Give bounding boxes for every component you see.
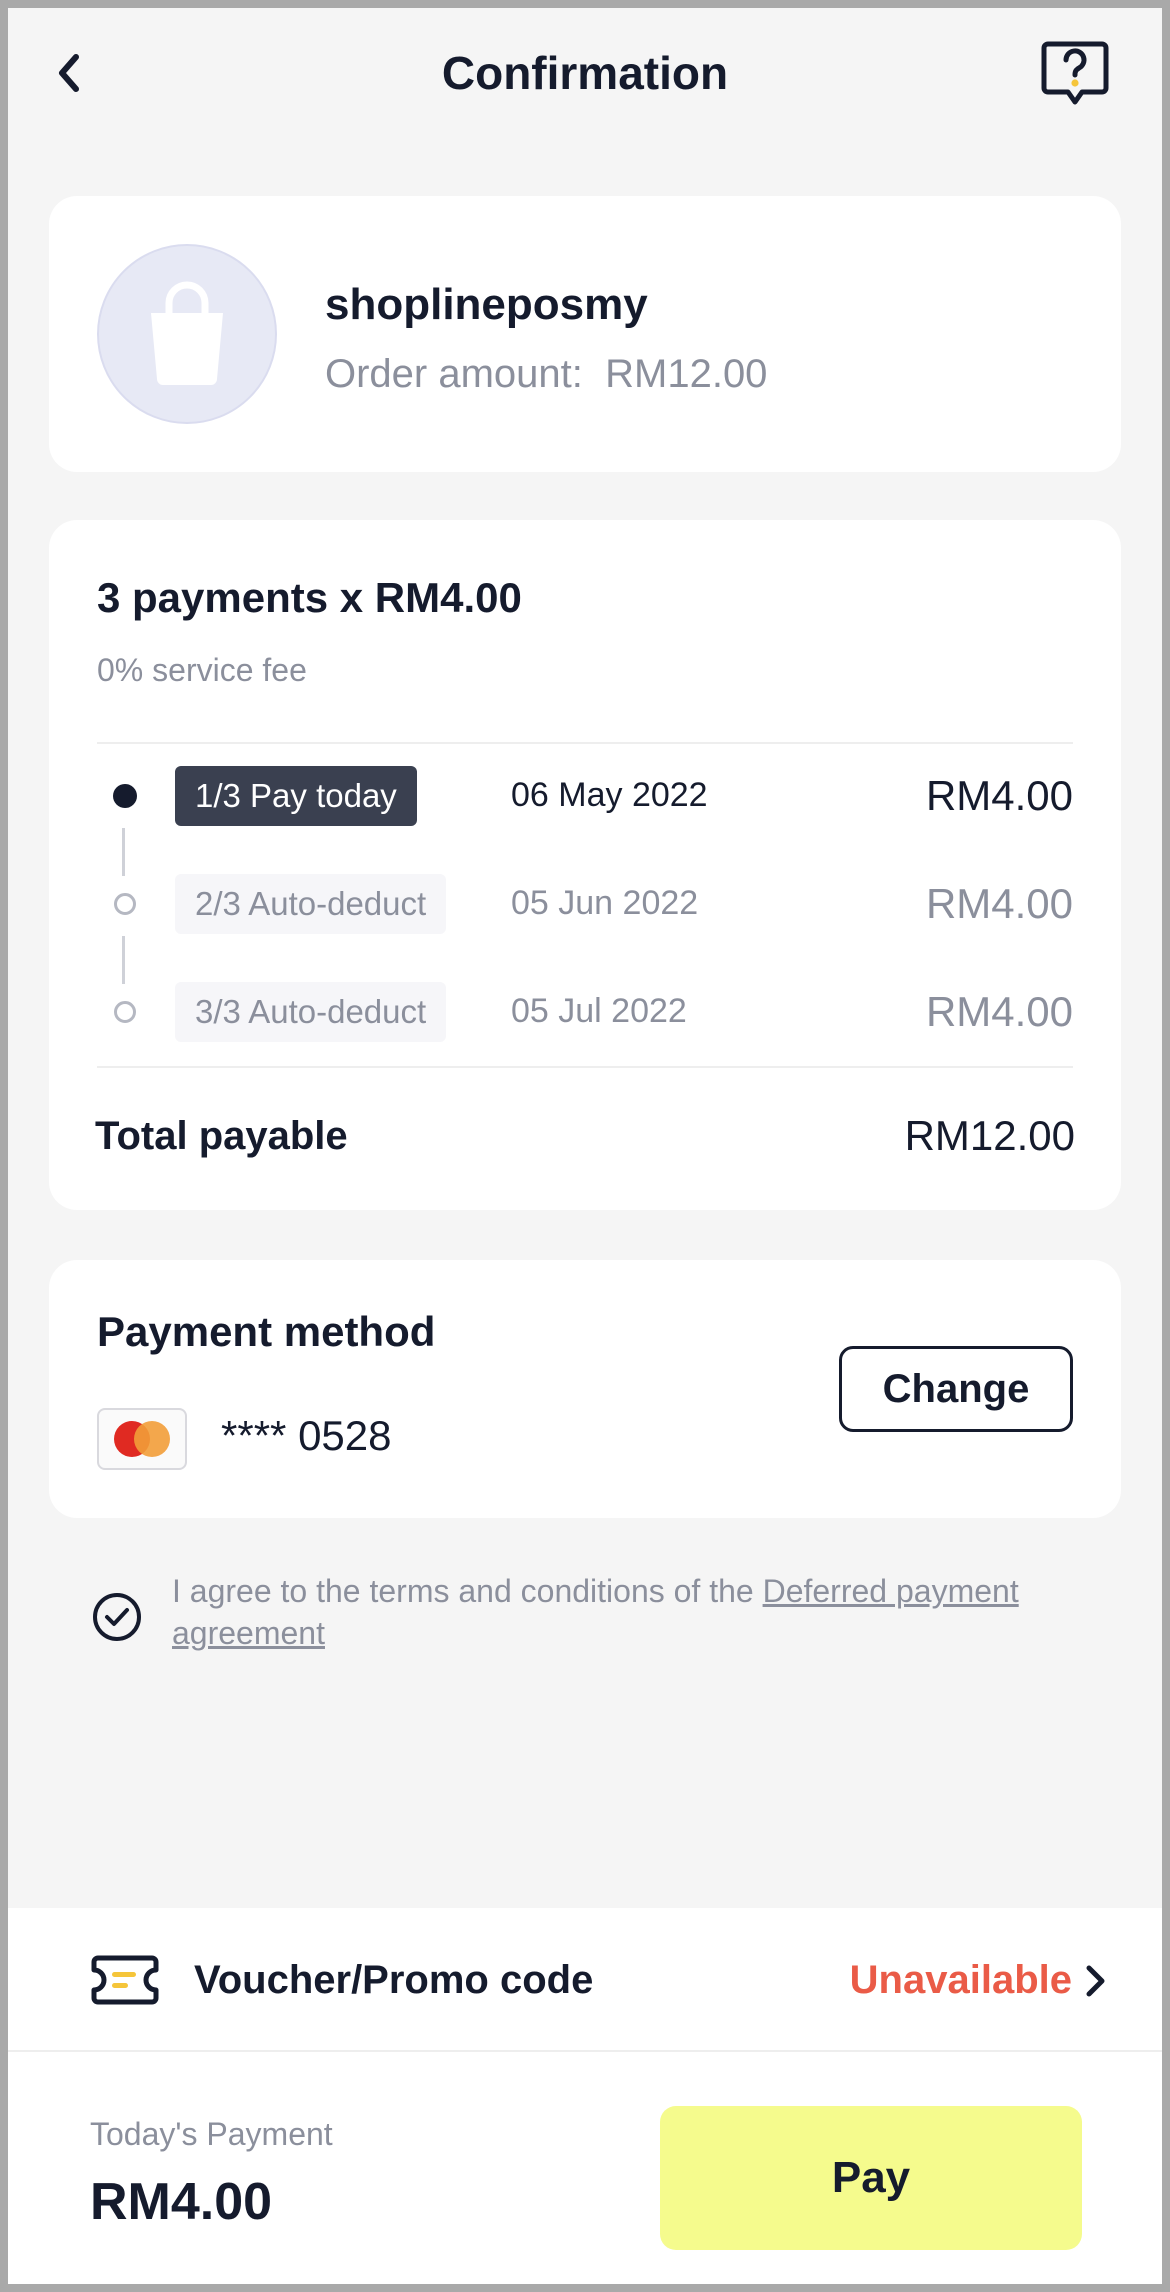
divider bbox=[97, 1066, 1073, 1068]
mastercard-logo bbox=[97, 1408, 187, 1470]
installment-row: 1/3 Pay today 06 May 2022 RM4.00 bbox=[97, 766, 1073, 826]
merchant-logo bbox=[97, 244, 277, 424]
shopping-bag-icon bbox=[151, 281, 223, 385]
plan-title: 3 payments x RM4.00 bbox=[97, 574, 522, 621]
order-amount-label: Order amount: bbox=[325, 352, 583, 396]
agreement-checkbox[interactable] bbox=[90, 1590, 144, 1644]
help-button[interactable] bbox=[1040, 38, 1110, 108]
timeline-dot-active bbox=[113, 784, 137, 808]
merchant-name: shoplineposmy bbox=[325, 280, 648, 329]
installment-date: 06 May 2022 bbox=[511, 776, 708, 814]
payment-method-title: Payment method bbox=[97, 1308, 436, 1355]
mastercard-icon bbox=[114, 1421, 170, 1457]
voucher-promo-row[interactable]: Voucher/Promo code Unavailable bbox=[8, 1908, 1162, 2052]
voucher-ticket-icon bbox=[91, 1955, 159, 2005]
installment-row: 3/3 Auto-deduct 05 Jul 2022 RM4.00 bbox=[97, 982, 1073, 1042]
timeline-connector bbox=[122, 936, 125, 984]
agreement-statement: I agree to the terms and conditions of t… bbox=[172, 1573, 763, 1609]
card-last4: 0528 bbox=[298, 1412, 392, 1459]
voucher-label: Voucher/Promo code bbox=[194, 1958, 594, 2002]
total-payable-value: RM12.00 bbox=[904, 1112, 1075, 1159]
card-mask: **** bbox=[221, 1412, 287, 1459]
todays-payment-label: Today's Payment bbox=[90, 2116, 333, 2152]
header: Confirmation bbox=[8, 8, 1162, 148]
change-payment-button[interactable]: Change bbox=[839, 1346, 1073, 1432]
installment-date: 05 Jun 2022 bbox=[511, 884, 699, 922]
installment-date: 05 Jul 2022 bbox=[511, 992, 687, 1030]
chevron-right-icon bbox=[1086, 1965, 1105, 1997]
installment-amount: RM4.00 bbox=[925, 988, 1073, 1035]
divider bbox=[97, 742, 1073, 744]
order-amount: Order amount: RM12.00 bbox=[325, 352, 767, 397]
installment-amount: RM4.00 bbox=[925, 772, 1073, 819]
total-payable-label: Total payable bbox=[95, 1114, 348, 1158]
installment-badge: 3/3 Auto-deduct bbox=[175, 982, 447, 1042]
merchant-card: shoplineposmy Order amount: RM12.00 bbox=[49, 196, 1121, 472]
agreement-text: I agree to the terms and conditions of t… bbox=[172, 1570, 1072, 1654]
service-fee: 0% service fee bbox=[97, 652, 307, 688]
payment-method-card: Payment method **** 0528 Change bbox=[49, 1260, 1121, 1518]
voucher-status: Unavailable bbox=[849, 1958, 1072, 2002]
timeline-dot-pending bbox=[114, 893, 136, 915]
payment-plan-card: 3 payments x RM4.00 0% service fee 1/3 P… bbox=[49, 520, 1121, 1210]
installment-badge: 1/3 Pay today bbox=[175, 766, 417, 826]
timeline-dot-pending bbox=[114, 1001, 136, 1023]
footer-bar: Today's Payment RM4.00 Pay bbox=[8, 2052, 1162, 2284]
pay-button[interactable]: Pay bbox=[660, 2106, 1082, 2250]
card-number: **** 0528 bbox=[221, 1412, 392, 1460]
todays-payment-amount: RM4.00 bbox=[90, 2173, 273, 2231]
help-chat-icon bbox=[1041, 41, 1109, 105]
check-circle-icon bbox=[93, 1593, 141, 1641]
installment-badge: 2/3 Auto-deduct bbox=[175, 874, 447, 934]
timeline-connector bbox=[122, 828, 125, 876]
order-amount-value: RM12.00 bbox=[605, 352, 768, 396]
page-title: Confirmation bbox=[441, 47, 729, 99]
installment-row: 2/3 Auto-deduct 05 Jun 2022 RM4.00 bbox=[97, 874, 1073, 934]
installment-amount: RM4.00 bbox=[925, 880, 1073, 927]
